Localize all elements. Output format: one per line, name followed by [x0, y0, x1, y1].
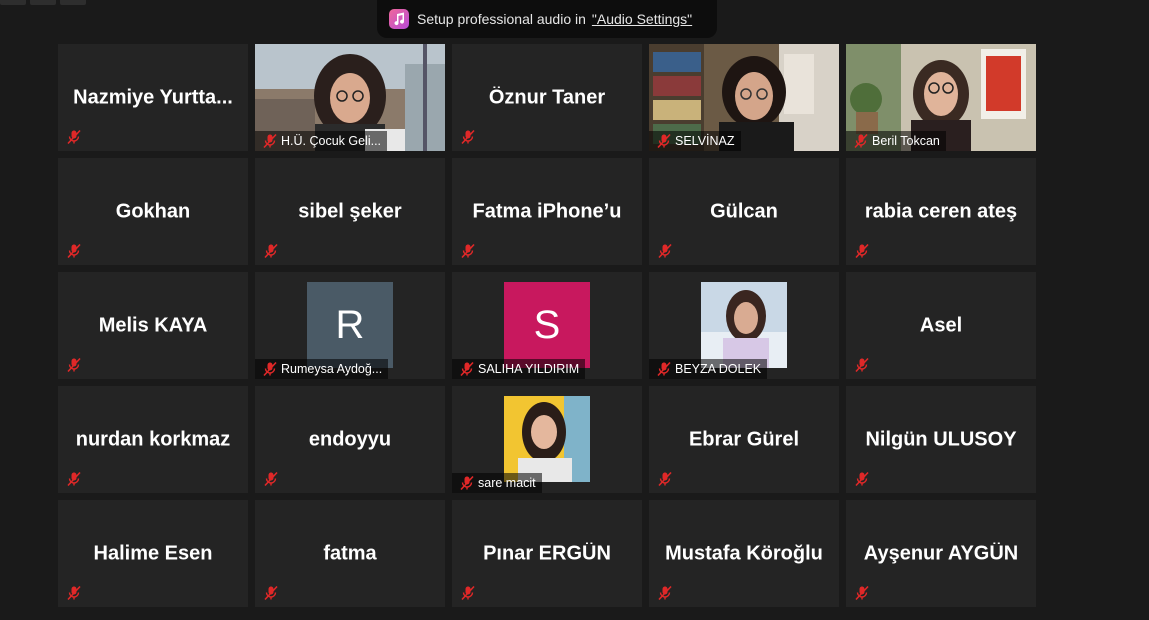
muted-mic-icon — [66, 243, 82, 259]
muted-mic-icon — [460, 243, 476, 259]
participant-tile-nilgun-ulusoy[interactable]: Nilgün ULUSOY — [846, 386, 1036, 493]
participant-tile-nazmiye-yurtta[interactable]: Nazmiye Yurtta... — [58, 44, 248, 151]
participant-gallery: Nazmiye Yurtta... H.Ü. Çocuk Geli... Öznur… — [58, 44, 1036, 607]
participant-name: Rumeysa Aydoğ... — [281, 362, 383, 376]
participant-tile-beyza-dolek[interactable]: BEYZA DOLEK — [649, 272, 839, 379]
participant-tile-nurdan-korkmaz[interactable]: nurdan korkmaz — [58, 386, 248, 493]
participant-tile-aysenur-aygun[interactable]: Ayşenur AYGÜN — [846, 500, 1036, 607]
participant-name: SALIHA YILDIRIM — [478, 362, 580, 376]
participant-tile-melis-kaya[interactable]: Melis KAYA — [58, 272, 248, 379]
participant-tile-p-nar-ergun[interactable]: Pınar ERGÜN — [452, 500, 642, 607]
participant-name: endoyyu — [308, 428, 392, 450]
participant-name: Beril Tokcan — [872, 134, 940, 148]
muted-mic-icon — [854, 471, 870, 487]
participant-caption: BEYZA DOLEK — [649, 359, 768, 379]
participant-name: H.Ü. Çocuk Geli... — [281, 134, 382, 148]
participant-caption: SELVİNAZ — [649, 131, 741, 151]
muted-mic-icon — [656, 133, 672, 149]
muted-mic-icon — [66, 129, 82, 145]
participant-caption: Beril Tokcan — [846, 131, 946, 151]
participant-avatar: S — [504, 282, 590, 368]
muted-mic-icon — [263, 243, 279, 259]
participant-tile-endoyyu[interactable]: endoyyu — [255, 386, 445, 493]
participant-name: Ebrar Gürel — [688, 428, 800, 450]
participant-tile-asel[interactable]: Asel — [846, 272, 1036, 379]
muted-mic-icon — [459, 361, 475, 377]
participant-caption: H.Ü. Çocuk Geli... — [255, 131, 388, 151]
muted-mic-icon — [262, 133, 278, 149]
participant-tile-oznur-taner[interactable]: Öznur Taner — [452, 44, 642, 151]
muted-mic-icon — [263, 585, 279, 601]
participant-name: nurdan korkmaz — [75, 428, 231, 450]
participant-tile-rumeysa-aydog[interactable]: R Rumeysa Aydoğ... — [255, 272, 445, 379]
window-top-segments — [0, 0, 100, 5]
participant-name: BEYZA DOLEK — [675, 362, 762, 376]
muted-mic-icon — [262, 361, 278, 377]
participant-name: Gokhan — [115, 200, 191, 222]
participant-name: Halime Esen — [93, 542, 213, 564]
participant-tile-sare-macit[interactable]: sare macit — [452, 386, 642, 493]
participant-tile-selvinaz[interactable]: SELVİNAZ — [649, 44, 839, 151]
participant-name: Öznur Taner — [488, 86, 606, 108]
participant-tile-gokhan[interactable]: Gokhan — [58, 158, 248, 265]
muted-mic-icon — [66, 471, 82, 487]
participant-tile-ebrar-gurel[interactable]: Ebrar Gürel — [649, 386, 839, 493]
participant-name: SELVİNAZ — [675, 134, 735, 148]
muted-mic-icon — [854, 585, 870, 601]
muted-mic-icon — [459, 475, 475, 491]
muted-mic-icon — [263, 471, 279, 487]
participant-name: sibel şeker — [298, 200, 402, 222]
muted-mic-icon — [460, 585, 476, 601]
participant-photo — [701, 282, 787, 368]
participant-name: Nilgün ULUSOY — [865, 428, 1017, 450]
muted-mic-icon — [854, 243, 870, 259]
participant-caption: SALIHA YILDIRIM — [452, 359, 586, 379]
music-note-icon — [389, 9, 409, 29]
participant-name: Fatma iPhone’u — [472, 200, 622, 222]
participant-name: rabia ceren ateş — [864, 200, 1018, 222]
audio-settings-notice: Setup professional audio in "Audio Setti… — [377, 0, 717, 38]
participant-name: Melis KAYA — [98, 314, 208, 336]
participant-caption: Rumeysa Aydoğ... — [255, 359, 389, 379]
participant-name: sare macit — [478, 476, 536, 490]
muted-mic-icon — [460, 129, 476, 145]
participant-tile-rabia-ceren-ates[interactable]: rabia ceren ateş — [846, 158, 1036, 265]
muted-mic-icon — [66, 585, 82, 601]
participant-caption: sare macit — [452, 473, 542, 493]
participant-name: Ayşenur AYGÜN — [863, 542, 1019, 564]
notice-text: Setup professional audio in — [417, 11, 586, 27]
participant-tile-sibel-seker[interactable]: sibel şeker — [255, 158, 445, 265]
participant-name: Pınar ERGÜN — [483, 542, 611, 564]
muted-mic-icon — [657, 243, 673, 259]
muted-mic-icon — [854, 357, 870, 373]
participant-tile-saliha-yildirim[interactable]: S SALIHA YILDIRIM — [452, 272, 642, 379]
audio-settings-link[interactable]: "Audio Settings" — [592, 11, 692, 27]
participant-tile-fatma-iphone-u[interactable]: Fatma iPhone’u — [452, 158, 642, 265]
participant-name: Nazmiye Yurtta... — [73, 86, 233, 108]
muted-mic-icon — [657, 585, 673, 601]
participant-avatar: R — [307, 282, 393, 368]
participant-name: Mustafa Köroğlu — [665, 542, 823, 564]
muted-mic-icon — [66, 357, 82, 373]
muted-mic-icon — [853, 133, 869, 149]
muted-mic-icon — [657, 471, 673, 487]
muted-mic-icon — [656, 361, 672, 377]
participant-name: Asel — [919, 314, 963, 336]
participant-tile-beril-tokcan[interactable]: Beril Tokcan — [846, 44, 1036, 151]
participant-name: Gülcan — [710, 200, 778, 222]
participant-tile-gulcan[interactable]: Gülcan — [649, 158, 839, 265]
participant-tile-h-u-cocuk-geli[interactable]: H.Ü. Çocuk Geli... — [255, 44, 445, 151]
participant-tile-mustafa-koroglu[interactable]: Mustafa Köroğlu — [649, 500, 839, 607]
participant-tile-fatma[interactable]: fatma — [255, 500, 445, 607]
participant-tile-halime-esen[interactable]: Halime Esen — [58, 500, 248, 607]
participant-photo — [504, 396, 590, 482]
participant-name: fatma — [323, 542, 377, 564]
